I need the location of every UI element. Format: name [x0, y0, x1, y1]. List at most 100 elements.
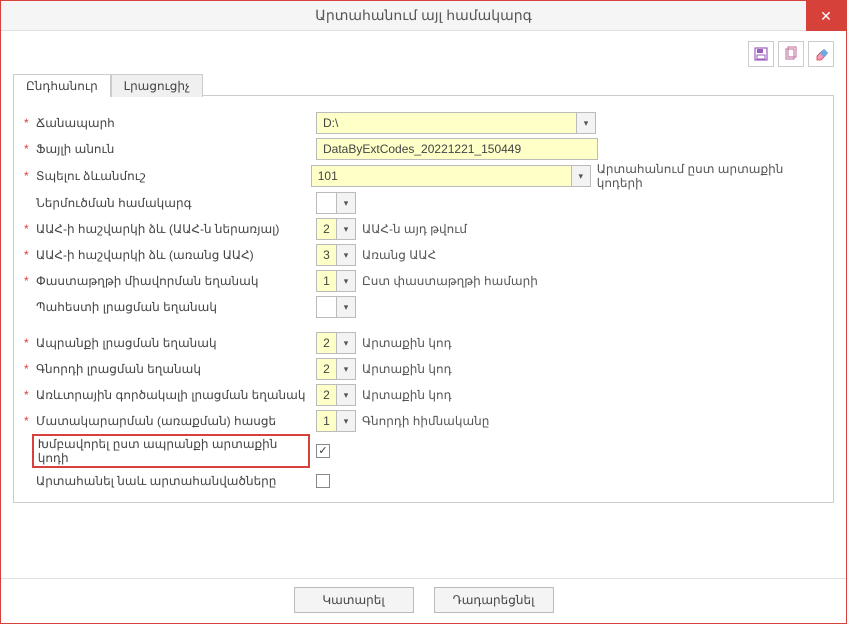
row-export-also: Արտահանել նաև արտահանվածները [24, 468, 823, 494]
vat-excl-input[interactable] [316, 244, 336, 266]
toolbar [13, 41, 834, 67]
chevron-down-icon: ▾ [578, 171, 583, 182]
chevron-down-icon: ▾ [344, 302, 349, 313]
buyer-dropdown-button[interactable]: ▾ [336, 358, 356, 380]
vat-incl-input[interactable] [316, 218, 336, 240]
chevron-down-icon: ▾ [344, 364, 349, 375]
import-sys-combo[interactable]: ▾ [316, 192, 356, 214]
row-doc-form: * Փաստաթղթի միավորման եղանակ ▾ Ըստ փաստաթ… [24, 268, 823, 294]
cancel-button[interactable]: Դադարեցնել [434, 587, 554, 613]
window-title: Արտահանում այլ համակարգ [315, 7, 532, 24]
required-marker: * [24, 248, 32, 262]
field-label: ԱԱՀ-ի հաշվարկի ձև (առանց ԱԱՀ) [36, 248, 254, 262]
execute-button[interactable]: Կատարել [294, 587, 414, 613]
filename-input[interactable] [316, 138, 598, 160]
sales-agent-combo[interactable]: ▾ [316, 384, 356, 406]
required-marker: * [24, 388, 32, 402]
tabs-container: Ընդհանուր Լրացուցիչ *Ճանապարհ ▾ [13, 95, 834, 503]
product-input[interactable] [316, 332, 336, 354]
field-label: Փաստաթղթի միավորման եղանակ [36, 274, 258, 288]
vat-excl-desc: Առանց ԱԱՀ [362, 248, 436, 262]
supply-addr-input[interactable] [316, 410, 336, 432]
required-marker [24, 444, 32, 458]
row-warehouse: Պահեստի լրացման եղանակ ▾ [24, 294, 823, 320]
required-marker: * [24, 274, 32, 288]
save-button[interactable] [748, 41, 774, 67]
required-marker: * [24, 169, 32, 183]
vat-incl-combo[interactable]: ▾ [316, 218, 356, 240]
required-marker [24, 300, 32, 314]
field-label: Մատակարարման (առաքման) հասցե [36, 414, 276, 428]
path-combo[interactable]: ▾ [316, 112, 596, 134]
required-marker [24, 196, 32, 210]
import-sys-dropdown-button[interactable]: ▾ [336, 192, 356, 214]
supply-addr-combo[interactable]: ▾ [316, 410, 356, 432]
warehouse-dropdown-button[interactable]: ▾ [336, 296, 356, 318]
print-form-dropdown-button[interactable]: ▾ [571, 165, 591, 187]
titlebar: Արտահանում այլ համակարգ ✕ [1, 1, 846, 31]
required-marker: * [24, 116, 32, 130]
doc-form-desc: Ըստ փաստաթղթի համարի [362, 274, 538, 288]
row-print-form: * Տպելու ձևանմուշ ▾ Արտահանում ըստ արտաքի… [24, 162, 823, 190]
field-label-highlighted: Խմբավորել ըստ ապրանքի արտաքին կոդի [32, 434, 310, 468]
button-label: Կատարել [322, 593, 384, 607]
export-dialog: Արտահանում այլ համակարգ ✕ Ընդհանուր Լրաց… [0, 0, 847, 624]
chevron-down-icon: ▾ [344, 224, 349, 235]
field-label: Ներմուծման համակարգ [36, 196, 191, 210]
path-input[interactable] [316, 112, 576, 134]
group-by-checkbox[interactable] [316, 444, 330, 458]
content-area: Ընդհանուր Լրացուցիչ *Ճանապարհ ▾ [1, 31, 846, 578]
row-import-sys: Ներմուծման համակարգ ▾ [24, 190, 823, 216]
chevron-down-icon: ▾ [344, 338, 349, 349]
close-button[interactable]: ✕ [806, 1, 846, 31]
field-label: Ապրանքի լրացման եղանակ [36, 336, 217, 350]
buyer-combo[interactable]: ▾ [316, 358, 356, 380]
tab-general[interactable]: Ընդհանուր [13, 74, 111, 97]
product-combo[interactable]: ▾ [316, 332, 356, 354]
print-form-input[interactable] [311, 165, 571, 187]
row-supply-addr: *Մատակարարման (առաքման) հասցե ▾ Գնորդի հ… [24, 408, 823, 434]
vat-incl-desc: ԱԱՀ-ն այդ թվում [362, 222, 467, 236]
field-label: Պահեստի լրացման եղանակ [36, 300, 217, 314]
row-product: *Ապրանքի լրացման եղանակ ▾ Արտաքին կոդ [24, 330, 823, 356]
print-form-desc: Արտահանում ըստ արտաքին կոդերի [597, 162, 823, 190]
warehouse-combo[interactable]: ▾ [316, 296, 356, 318]
erase-button[interactable] [808, 41, 834, 67]
chevron-down-icon: ▾ [344, 390, 349, 401]
supply-addr-dropdown-button[interactable]: ▾ [336, 410, 356, 432]
export-also-checkbox[interactable] [316, 474, 330, 488]
footer: Կատարել Դադարեցնել [1, 578, 846, 623]
doc-form-input[interactable] [316, 270, 336, 292]
tab-label: Ընդհանուր [26, 79, 98, 93]
sales-agent-dropdown-button[interactable]: ▾ [336, 384, 356, 406]
field-label: Տպելու ձևանմուշ [36, 169, 146, 183]
close-icon: ✕ [820, 8, 832, 25]
buyer-input[interactable] [316, 358, 336, 380]
tabstrip: Ընդհանուր Լրացուցիչ [13, 74, 203, 97]
path-dropdown-button[interactable]: ▾ [576, 112, 596, 134]
supply-addr-desc: Գնորդի հիմնականը [362, 414, 489, 428]
buyer-desc: Արտաքին կոդ [362, 362, 452, 376]
row-vat-incl: *ԱԱՀ-ի հաշվարկի ձև (ԱԱՀ-ն ներառյալ) ▾ ԱԱ… [24, 216, 823, 242]
print-form-combo[interactable]: ▾ [311, 165, 591, 187]
tab-additional[interactable]: Լրացուցիչ [111, 74, 203, 97]
field-label: ԱԱՀ-ի հաշվարկի ձև (ԱԱՀ-ն ներառյալ) [36, 222, 279, 236]
product-desc: Արտաքին կոդ [362, 336, 452, 350]
doc-form-dropdown-button[interactable]: ▾ [336, 270, 356, 292]
required-marker: * [24, 362, 32, 376]
chevron-down-icon: ▾ [584, 118, 589, 129]
vat-excl-combo[interactable]: ▾ [316, 244, 356, 266]
product-dropdown-button[interactable]: ▾ [336, 332, 356, 354]
save-icon [753, 46, 769, 62]
vat-excl-dropdown-button[interactable]: ▾ [336, 244, 356, 266]
erase-icon [813, 46, 829, 62]
sales-agent-input[interactable] [316, 384, 336, 406]
vat-incl-dropdown-button[interactable]: ▾ [336, 218, 356, 240]
import-sys-input[interactable] [316, 192, 336, 214]
warehouse-input[interactable] [316, 296, 336, 318]
copy-settings-button[interactable] [778, 41, 804, 67]
doc-form-combo[interactable]: ▾ [316, 270, 356, 292]
button-label: Դադարեցնել [453, 593, 535, 607]
copy-icon [783, 46, 799, 62]
tab-panel: Ընդհանուր Լրացուցիչ *Ճանապարհ ▾ [13, 95, 834, 503]
